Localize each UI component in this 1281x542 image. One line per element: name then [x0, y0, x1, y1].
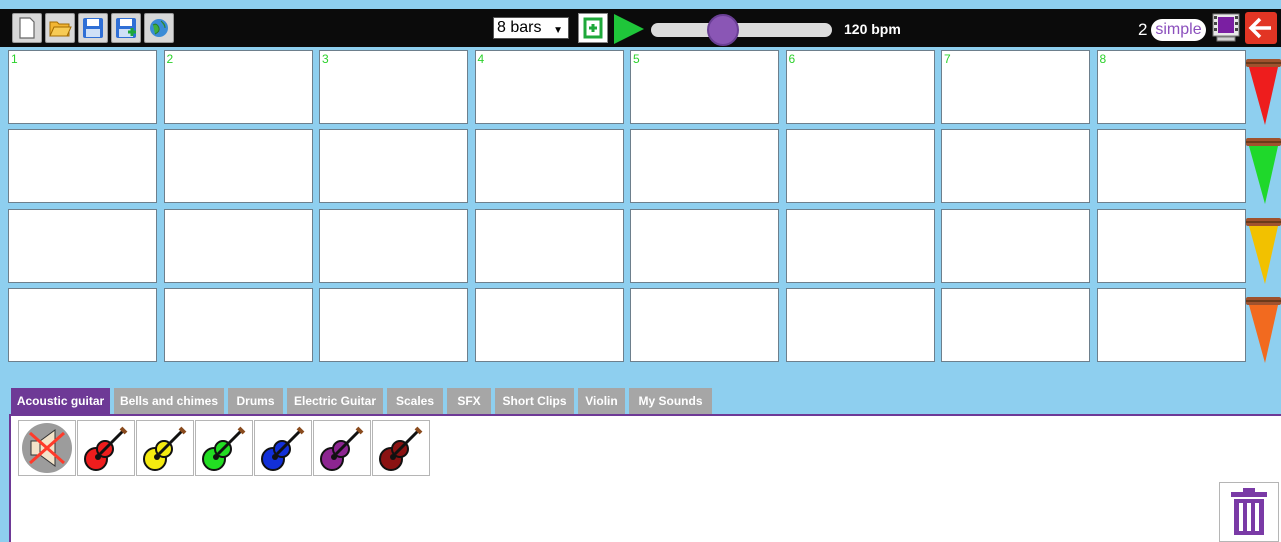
bar-number: 2 — [166, 52, 174, 66]
bar-cell[interactable] — [163, 129, 313, 204]
bar-cell[interactable]: 2 — [163, 50, 313, 124]
bar-number: 1 — [11, 52, 18, 66]
save-button[interactable] — [78, 13, 108, 43]
guitar-sound-button[interactable] — [195, 420, 253, 476]
tab-acoustic-guitar[interactable]: Acoustic guitar — [11, 388, 110, 415]
save-as-disk-icon — [116, 18, 136, 38]
loop-button[interactable] — [578, 13, 608, 43]
bar-cell[interactable]: 6 — [785, 50, 935, 124]
trash-button[interactable] — [1219, 482, 1279, 542]
bar-number: 6 — [788, 52, 796, 66]
tab-short-clips[interactable]: Short Clips — [495, 388, 574, 415]
guitar-icon — [261, 426, 305, 471]
open-folder-icon — [49, 21, 72, 37]
guitar-sound-button[interactable] — [77, 420, 135, 476]
track-marker-icon[interactable] — [1246, 137, 1281, 205]
mute-speaker-icon — [22, 423, 72, 473]
bar-cell[interactable] — [1096, 287, 1246, 362]
bar-cell[interactable] — [1096, 208, 1246, 283]
guitar-sound-button[interactable] — [313, 420, 371, 476]
toolbar: 8 bars ▼ 120 bpm 2 simple — [0, 9, 1281, 47]
bar-cell[interactable] — [163, 208, 313, 283]
bar-cell[interactable] — [941, 129, 1090, 204]
back-arrow-icon — [1248, 17, 1271, 39]
bar-cell[interactable]: 5 — [630, 50, 779, 124]
track-marker-icon[interactable] — [1246, 58, 1281, 126]
bar-cell[interactable] — [319, 129, 468, 204]
bar-cell[interactable]: 8 — [1096, 50, 1246, 124]
bar-cell[interactable]: 1 — [8, 50, 157, 124]
tempo-slider[interactable] — [651, 14, 832, 46]
bar-cell[interactable]: 7 — [941, 50, 1090, 124]
bar-cell[interactable] — [8, 287, 157, 362]
share-button[interactable] — [144, 13, 174, 43]
guitar-sound-button[interactable] — [254, 420, 312, 476]
bar-number: 5 — [633, 52, 640, 66]
loop-icon — [583, 17, 603, 39]
bar-cell[interactable] — [630, 287, 779, 362]
tab-drums[interactable]: Drums — [228, 388, 283, 415]
tab-my-sounds[interactable]: My Sounds — [629, 388, 712, 415]
trash-icon — [1231, 488, 1267, 535]
guitar-icon — [143, 426, 187, 471]
bar-cell[interactable]: 4 — [474, 50, 624, 124]
mode-toggle-button[interactable]: simple — [1151, 19, 1206, 41]
tempo-slider-thumb[interactable] — [707, 14, 740, 46]
tab-violin[interactable]: Violin — [578, 388, 625, 415]
bar-cell[interactable] — [8, 208, 157, 283]
globe-icon — [150, 19, 168, 37]
bar-cell[interactable] — [319, 208, 468, 283]
tab-scales[interactable]: Scales — [387, 388, 443, 415]
guitar-icon — [202, 426, 246, 471]
bar-number: 4 — [477, 52, 485, 66]
new-file-button[interactable] — [12, 13, 42, 43]
guitar-icon — [84, 426, 128, 471]
chevron-down-icon: ▼ — [553, 25, 563, 36]
bar-cell[interactable] — [474, 287, 624, 362]
tab-electric-guitar[interactable]: Electric Guitar — [287, 388, 383, 415]
bar-number: 7 — [944, 52, 951, 66]
bar-cell[interactable] — [941, 208, 1090, 283]
save-disk-icon — [83, 18, 103, 38]
guitar-icon — [320, 426, 364, 471]
bar-cell[interactable] — [630, 129, 779, 204]
guitar-icon — [379, 426, 423, 471]
film-icon[interactable] — [1211, 12, 1241, 44]
bar-cell[interactable] — [785, 129, 935, 204]
mode-number: 2 — [1138, 20, 1148, 39]
guitar-sound-button[interactable] — [372, 420, 430, 476]
bar-cell[interactable] — [785, 287, 935, 362]
tab-bells-and-chimes[interactable]: Bells and chimes — [114, 388, 224, 415]
track-marker-icon[interactable] — [1246, 296, 1281, 364]
bar-cell[interactable] — [163, 287, 313, 362]
mute-sound-button[interactable] — [18, 420, 76, 476]
bar-cell[interactable] — [941, 287, 1090, 362]
track-marker-icon[interactable] — [1246, 217, 1281, 285]
bar-cell[interactable] — [474, 208, 624, 283]
open-button[interactable] — [45, 13, 75, 43]
save-as-button[interactable] — [111, 13, 141, 43]
bar-number: 8 — [1099, 52, 1107, 66]
guitar-sound-button[interactable] — [136, 420, 194, 476]
bar-cell[interactable] — [1096, 129, 1246, 204]
bar-cell[interactable]: 3 — [319, 50, 468, 124]
new-file-icon — [19, 17, 35, 39]
bpm-label: 120 bpm — [844, 21, 901, 37]
back-button[interactable] — [1245, 12, 1277, 44]
bar-cell[interactable] — [474, 129, 624, 204]
bars-select[interactable]: 8 bars ▼ — [493, 17, 569, 39]
bar-cell[interactable] — [319, 287, 468, 362]
play-icon[interactable] — [612, 13, 646, 45]
bar-cell[interactable] — [785, 208, 935, 283]
bar-cell[interactable] — [8, 129, 157, 204]
tab-sfx[interactable]: SFX — [447, 388, 491, 415]
bar-number: 3 — [322, 52, 329, 66]
bars-select-value: 8 bars — [497, 19, 542, 36]
bar-cell[interactable] — [630, 208, 779, 283]
